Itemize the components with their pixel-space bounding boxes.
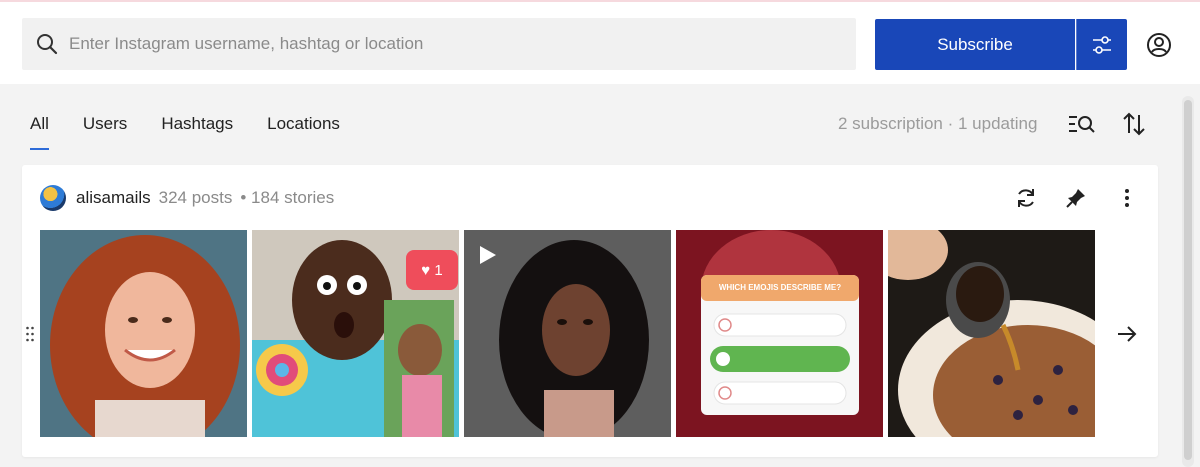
filter-settings-button[interactable] <box>1076 19 1127 70</box>
tab-users[interactable]: Users <box>83 104 127 150</box>
tab-all[interactable]: All <box>30 104 49 150</box>
media-thumbnail[interactable] <box>40 230 247 437</box>
media-thumbnail[interactable] <box>888 230 1095 437</box>
subscription-header: alisamails 324 posts • 184 stories <box>40 185 334 211</box>
sliders-icon <box>1093 35 1111 54</box>
media-thumbnail[interactable] <box>464 230 671 437</box>
arrow-right-icon[interactable] <box>1114 321 1140 347</box>
top-bar: Subscribe <box>0 0 1200 84</box>
search-box[interactable] <box>22 18 856 70</box>
search-icon <box>37 34 58 55</box>
tab-locations[interactable]: Locations <box>267 104 340 150</box>
sort-icon[interactable] <box>1120 110 1148 138</box>
media-thumbnail[interactable]: WHICH EMOJIS DESCRIBE ME? <box>676 230 883 437</box>
list-search-icon[interactable] <box>1066 111 1098 137</box>
avatar[interactable] <box>40 185 66 211</box>
username[interactable]: alisamails <box>76 188 151 208</box>
pin-icon[interactable] <box>1063 185 1089 211</box>
media-strip: ♥ 1 WHICH EMOJIS DESCRIBE ME? <box>40 230 1100 437</box>
poll-title: WHICH EMOJIS DESCRIBE ME? <box>718 283 842 292</box>
refresh-icon[interactable] <box>1013 185 1039 211</box>
like-notification-badge: ♥ 1 <box>406 250 458 290</box>
subscription-card: alisamails 324 posts • 184 stories ♥ 1 W… <box>22 165 1158 457</box>
stories-count: • 184 stories <box>240 188 335 207</box>
more-options-icon[interactable] <box>1114 185 1140 211</box>
account-icon[interactable] <box>1145 31 1173 59</box>
tab-hashtags[interactable]: Hashtags <box>161 104 233 150</box>
subscribe-button[interactable]: Subscribe <box>875 19 1075 70</box>
filter-tabs: All Users Hashtags Locations <box>30 104 374 150</box>
posts-count: 324 posts <box>158 188 233 207</box>
media-thumbnail[interactable]: ♥ 1 <box>252 230 459 437</box>
page-scrollbar[interactable] <box>1182 96 1194 467</box>
heart-icon: ♥ <box>421 261 431 279</box>
badge-count: 1 <box>434 261 443 279</box>
search-input[interactable] <box>69 34 829 54</box>
scrollbar-thumb[interactable] <box>1184 100 1192 460</box>
subscription-summary: 2 subscription · 1 updating <box>838 114 1038 133</box>
video-play-icon <box>480 246 496 264</box>
drag-handle-icon[interactable] <box>25 325 35 343</box>
